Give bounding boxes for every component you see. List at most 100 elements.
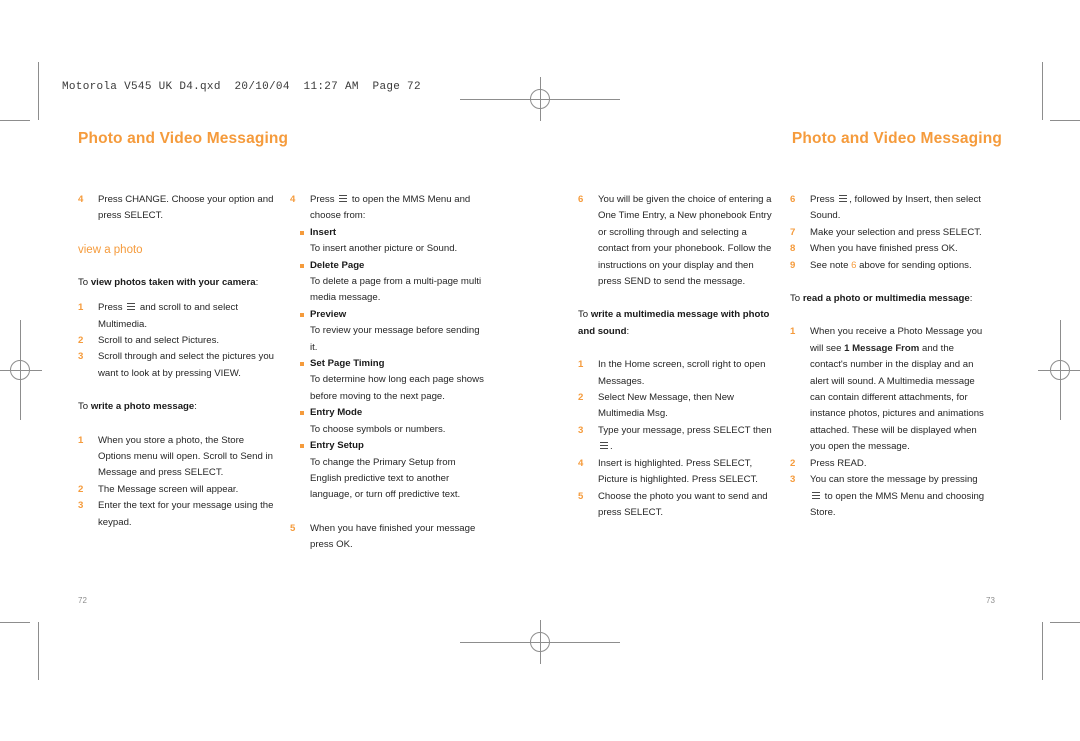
- step-text-post: above for sending options.: [856, 259, 972, 271]
- step-item: 2 Scroll to and select Pictures.: [78, 333, 274, 349]
- step-text: Type your message, press SELECT then .: [598, 425, 772, 452]
- bullet-item: Entry Setup To change the Primary Setup …: [300, 438, 486, 504]
- step-text-post: to open the MMS Menu and choosing Store.: [810, 490, 985, 518]
- lead-in-write-photo-message: To write a photo message:: [78, 399, 274, 415]
- column-right-2: 6 Press , followed by Insert, then selec…: [790, 192, 1002, 521]
- file-slug: Motorola V545 UK D4.qxd 20/10/04 11:27 A…: [62, 81, 421, 93]
- bullet-term: Set Page Timing: [310, 358, 385, 370]
- page-title-right: Photo and Video Messaging: [791, 130, 1002, 147]
- lead-in-prefix: To: [790, 293, 803, 305]
- lead-in-write-multimedia-message: To write a multimedia message with photo…: [578, 307, 774, 340]
- step-number: 4: [290, 194, 296, 205]
- step-text: Insert is highlighted. Press SELECT, Pic…: [598, 457, 758, 486]
- step-text: The Message screen will appear.: [98, 483, 239, 495]
- step-text: Scroll through and select the pictures y…: [98, 351, 274, 379]
- lead-in-suffix: :: [255, 276, 259, 288]
- step-list: 6 Press , followed by Insert, then selec…: [790, 192, 986, 274]
- bullet-definition: To choose symbols or numbers.: [310, 423, 446, 435]
- step-list: 1 When you store a photo, the Store Opti…: [78, 433, 274, 531]
- step-text: Press , followed by Insert, then select …: [810, 194, 981, 221]
- step-number: 3: [78, 351, 84, 363]
- menu-key-icon: [600, 441, 608, 450]
- step-text: Press CHANGE. Choose your option and pre…: [98, 194, 274, 222]
- step-number: 1: [790, 326, 796, 338]
- step-item: 4 Press CHANGE. Choose your option and p…: [78, 192, 274, 225]
- crop-mark-bottom-right-vertical: [1042, 622, 1043, 680]
- bullet-definition: To delete a page from a multi-page multi…: [310, 276, 482, 304]
- bullet-term: Preview: [310, 308, 347, 320]
- page-right: Photo and Video Messaging 6 You will be …: [578, 130, 1002, 521]
- step-item: 6 You will be given the choice of enteri…: [578, 192, 774, 290]
- lead-in-bold: write a photo message: [90, 401, 195, 413]
- step-item: 3 You can store the message by pressing …: [790, 472, 986, 521]
- column-left-1: 4 Press CHANGE. Choose your option and p…: [78, 192, 290, 554]
- step-number: 4: [578, 457, 584, 469]
- step-number: 1: [578, 359, 584, 371]
- step-item: 8 When you have finished press OK.: [790, 241, 986, 257]
- menu-key-icon: [127, 302, 136, 311]
- step-item: 2 Select New Message, then New Multimedi…: [578, 390, 774, 423]
- step-number: 6: [790, 194, 796, 205]
- step-number: 3: [78, 500, 84, 512]
- square-bullet-icon: [300, 411, 304, 416]
- step-list: 4 Press CHANGE. Choose your option and p…: [78, 192, 274, 225]
- bullet-term: Insert: [310, 226, 337, 238]
- lead-in-suffix: :: [626, 325, 630, 337]
- lead-in-suffix: :: [194, 401, 197, 413]
- step-item: 1 When you receive a Photo Message you w…: [790, 324, 986, 455]
- lead-in-view-photos: To view photos taken with your camera:: [78, 275, 274, 291]
- step-item: 9 See note 6 above for sending options.: [790, 258, 986, 274]
- square-bullet-icon: [300, 263, 304, 268]
- registration-mark-top: [460, 77, 620, 121]
- step-text: Press READ.: [810, 457, 867, 469]
- step-item: 1 In the Home screen, scroll right to op…: [578, 357, 774, 390]
- step-text: Press and scroll to and select Multimedi…: [98, 302, 238, 329]
- step-number: 5: [290, 522, 296, 534]
- step-item: 1 When you store a photo, the Store Opti…: [78, 433, 274, 482]
- menu-key-icon: [812, 491, 820, 500]
- step-text: Select New Message, then New Multimedia …: [598, 392, 734, 420]
- step-list: 1 In the Home screen, scroll right to op…: [578, 357, 774, 521]
- page-left: Photo and Video Messaging 4 Press CHANGE…: [78, 130, 502, 554]
- section-heading-view-a-photo: view a photo: [78, 243, 143, 256]
- crop-mark-bottom-right-horizontal: [1050, 622, 1080, 623]
- step-number: 2: [578, 392, 584, 404]
- crop-mark-bottom-left-horizontal: [0, 622, 30, 623]
- step-number: 4: [78, 194, 84, 205]
- square-bullet-icon: [300, 362, 304, 367]
- step-number: 9: [790, 259, 796, 271]
- step-text-pre: Press: [810, 194, 838, 205]
- square-bullet-icon: [300, 312, 304, 317]
- step-item: 7 Make your selection and press SELECT.: [790, 225, 986, 241]
- lead-in-bold: read a photo or multimedia message: [802, 293, 970, 305]
- bullet-item: Insert To insert another picture or Soun…: [300, 225, 486, 258]
- step-text: In the Home screen, scroll right to open…: [598, 359, 766, 387]
- step-item: 2 Press READ.: [790, 456, 986, 472]
- step-text: When you have finished press OK.: [810, 243, 958, 255]
- bullet-item: Set Page Timing To determine how long ea…: [300, 356, 486, 405]
- step-list: 1 Press and scroll to and select Multime…: [78, 300, 274, 382]
- bullet-item: Entry Mode To choose symbols or numbers.: [300, 405, 486, 438]
- step-item: 5 When you have finished your message pr…: [290, 521, 486, 554]
- step-item: 3 Scroll through and select the pictures…: [78, 349, 274, 382]
- step-list: 1 When you receive a Photo Message you w…: [790, 324, 986, 521]
- step-text: You can store the message by pressing to…: [810, 474, 984, 518]
- bullet-definition: To review your message before sending it…: [310, 325, 480, 353]
- step-list: 6 You will be given the choice of enteri…: [578, 192, 774, 290]
- registration-mark-left: [0, 320, 42, 420]
- crop-mark-top-left-horizontal: [0, 120, 30, 121]
- step-text: When you have finished your message pres…: [310, 522, 476, 551]
- step-text: When you store a photo, the Store Option…: [98, 434, 273, 479]
- step-text-pre: You can store the message by pressing: [810, 474, 978, 486]
- bullet-term: Entry Mode: [310, 407, 363, 419]
- column-left-2: 4 Press to open the MMS Menu and choose …: [290, 192, 502, 554]
- step-text-pre: Type your message, press SELECT then: [598, 424, 772, 436]
- step-text: Make your selection and press SELECT.: [810, 226, 982, 238]
- step-text: Scroll to and select Pictures.: [98, 335, 220, 347]
- lead-in-prefix: To: [78, 401, 91, 413]
- bullet-item: Preview To review your message before se…: [300, 307, 486, 356]
- step-text: Enter the text for your message using th…: [98, 500, 274, 528]
- bullet-definition: To insert another picture or Sound.: [310, 243, 458, 255]
- step-text-post: .: [610, 441, 613, 453]
- lead-in-read-photo-message: To read a photo or multimedia message:: [790, 291, 986, 307]
